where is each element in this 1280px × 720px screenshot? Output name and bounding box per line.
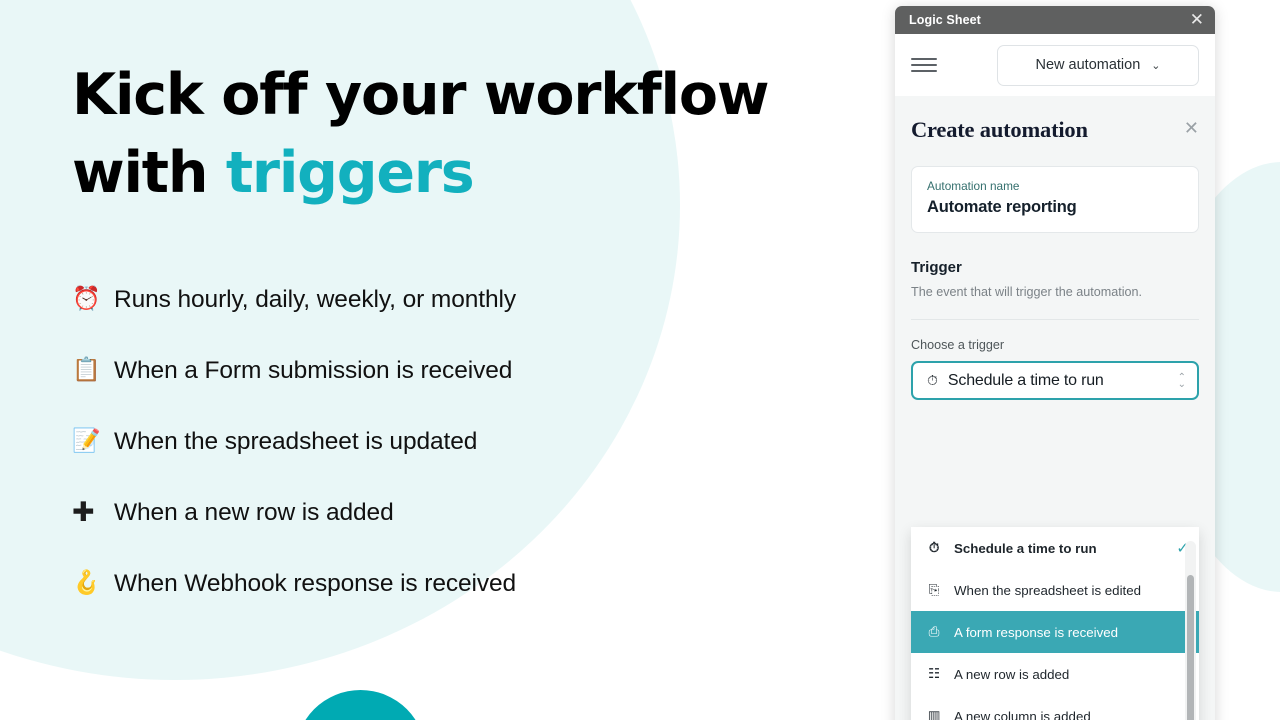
list-item-label: When Webhook response is received — [114, 569, 517, 597]
dropdown-option-label: When the spreadsheet is edited — [954, 582, 1142, 598]
plus-icon: ✚ — [72, 497, 95, 528]
hamburger-bar — [911, 64, 937, 66]
panel-header: Create automation ✕ — [911, 96, 1199, 143]
feature-list: ⏰ Runs hourly, daily, weekly, or monthly… — [72, 264, 890, 619]
list-item-label: When a new row is added — [114, 498, 394, 526]
choose-trigger-label: Choose a trigger — [911, 338, 1005, 352]
headline-accent: triggers — [225, 140, 475, 206]
create-automation-panel: Create automation ✕ Automation name Auto… — [895, 96, 1215, 720]
add-column-icon: ▥ — [927, 708, 941, 720]
hamburger-bar — [911, 70, 937, 72]
dropdown-option-label: Schedule a time to run — [954, 540, 1097, 556]
list-item-label: When a Form submission is received — [114, 356, 513, 384]
dropdown-option-schedule[interactable]: ⏱ Schedule a time to run ✓ — [911, 527, 1199, 569]
panel-close-icon[interactable]: ✕ — [1184, 120, 1199, 138]
stopwatch-icon: ⏱ — [927, 372, 938, 389]
add-row-icon: ☷ — [928, 666, 940, 681]
stepper-icon[interactable]: ⌃ ⌄ — [1177, 372, 1186, 390]
list-item: ✚ When a new row is added — [72, 477, 890, 548]
trigger-options-dropdown: ⏱ Schedule a time to run ✓ ⎘ When the sp… — [911, 527, 1199, 720]
dropdown-option-spreadsheet-edited[interactable]: ⎘ When the spreadsheet is edited — [911, 569, 1199, 611]
chevron-down-icon: ⌄ — [1151, 58, 1161, 72]
dropdown-scrollbar-thumb[interactable] — [1187, 575, 1194, 720]
alarm-clock-icon: ⏰ — [72, 286, 101, 312]
dropdown-option-new-column[interactable]: ▥ A new column is added — [911, 695, 1199, 720]
memo-icon: 📝 — [72, 428, 101, 454]
logic-sheet-window: Logic Sheet ✕ New automation ⌄ Create au… — [895, 6, 1215, 720]
automation-name-value: Automate reporting — [927, 198, 1077, 216]
file-edit-icon: ⎘ — [928, 582, 940, 597]
window-titlebar: Logic Sheet ✕ — [895, 6, 1215, 34]
clipboard-icon: 📋 — [72, 357, 101, 383]
page-title: Kick off your workflow with triggers — [72, 56, 862, 212]
marketing-column: Kick off your workflow with triggers ⏰ R… — [0, 0, 890, 720]
trigger-select-value: Schedule a time to run — [947, 371, 1104, 389]
automation-name-field[interactable]: Automation name Automate reporting — [911, 166, 1199, 233]
trigger-section-title: Trigger — [911, 259, 962, 276]
panel-title: Create automation — [911, 117, 1088, 142]
list-item-label: When the spreadsheet is updated — [114, 427, 478, 455]
stepper-down-icon: ⌄ — [1177, 378, 1186, 390]
dropdown-option-label: A new row is added — [954, 666, 1070, 682]
list-item: ⏰ Runs hourly, daily, weekly, or monthly — [72, 264, 890, 335]
list-item: 🪝 When Webhook response is received — [72, 548, 890, 619]
dropdown-option-new-row[interactable]: ☷ A new row is added — [911, 653, 1199, 695]
dropdown-option-label: A new column is added — [954, 708, 1091, 720]
trigger-section-subtitle: The event that will trigger the automati… — [911, 285, 1143, 299]
new-automation-label: New automation — [1035, 57, 1141, 73]
close-icon[interactable]: ✕ — [1190, 11, 1204, 29]
stopwatch-icon: ⏱ — [928, 540, 940, 555]
section-divider — [911, 319, 1199, 320]
list-item: 📋 When a Form submission is received — [72, 335, 890, 406]
app-toolbar: New automation ⌄ — [895, 34, 1215, 96]
hook-icon: 🪝 — [72, 570, 101, 596]
list-item-label: Runs hourly, daily, weekly, or monthly — [114, 285, 516, 313]
list-item: 📝 When the spreadsheet is updated — [72, 406, 890, 477]
automation-name-label: Automation name — [927, 179, 1020, 193]
hamburger-bar — [911, 58, 937, 60]
form-icon: ⎙ — [928, 624, 940, 639]
dropdown-option-label: A form response is received — [954, 624, 1119, 640]
new-automation-button[interactable]: New automation ⌄ — [997, 44, 1199, 86]
hamburger-menu-icon[interactable] — [911, 56, 937, 74]
dropdown-option-form-response[interactable]: ⎙ A form response is received — [911, 611, 1199, 653]
window-title: Logic Sheet — [909, 13, 981, 27]
trigger-select[interactable]: ⏱ Schedule a time to run ⌃ ⌄ — [911, 361, 1199, 400]
